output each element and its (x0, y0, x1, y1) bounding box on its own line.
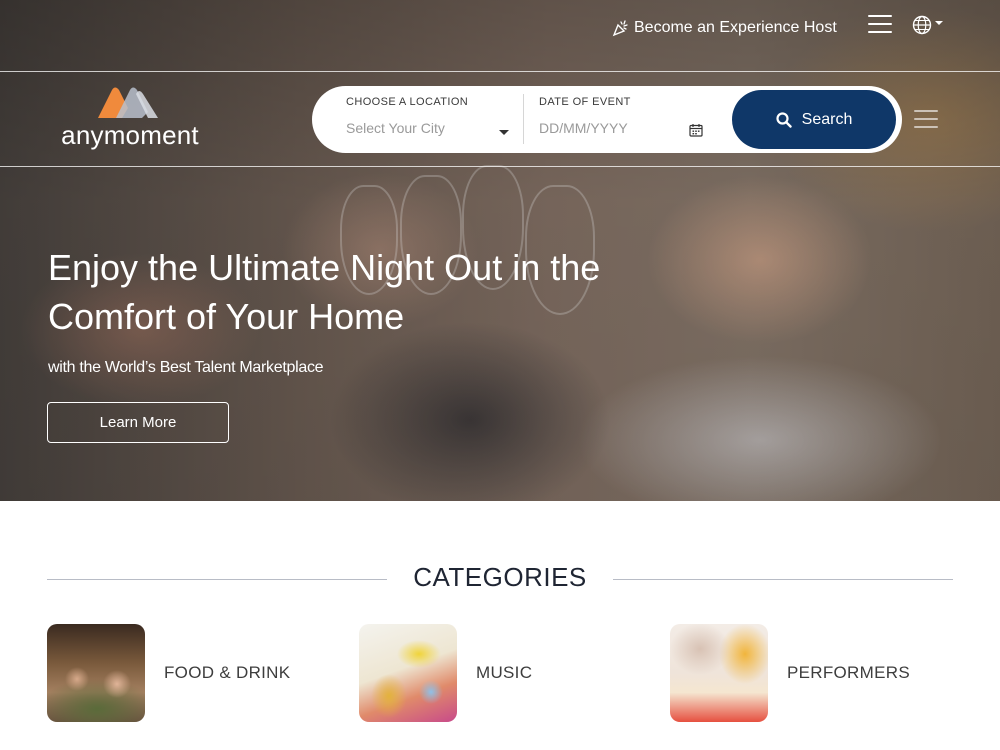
location-label: CHOOSE A LOCATION (346, 96, 469, 108)
logo-mark-icon (98, 87, 158, 118)
category-music[interactable]: MUSIC (359, 624, 532, 722)
location-placeholder: Select Your City (346, 120, 445, 136)
search-button[interactable]: Search (732, 90, 896, 149)
date-placeholder: DD/MM/YYYY (539, 120, 628, 136)
date-label: DATE OF EVENT (539, 96, 631, 108)
location-select[interactable]: CHOOSE A LOCATION Select Your City (346, 96, 516, 136)
category-thumbnail (670, 624, 768, 722)
category-label: MUSIC (476, 663, 533, 682)
party-popper-icon (612, 20, 628, 37)
become-host-link[interactable]: Become an Experience Host (612, 16, 837, 40)
calendar-icon[interactable] (689, 123, 703, 137)
learn-more-button[interactable]: Learn More (47, 402, 229, 443)
category-thumbnail (359, 624, 457, 722)
date-input[interactable]: DATE OF EVENT DD/MM/YYYY (539, 96, 709, 136)
search-button-label: Search (801, 110, 853, 128)
hero-banner: Become an Experience Host anymoment CHOO… (0, 0, 1000, 501)
category-label: FOOD & DRINK (164, 663, 291, 682)
hero-title: Enjoy the Ultimate Night Out in the Comf… (48, 247, 601, 337)
secondary-menu-icon[interactable] (914, 110, 938, 130)
hamburger-menu-icon[interactable] (868, 15, 892, 35)
category-food-drink[interactable]: FOOD & DRINK (47, 624, 290, 722)
globe-icon (912, 15, 932, 35)
field-divider (523, 94, 524, 144)
header-divider-top (0, 71, 1000, 72)
language-selector[interactable] (912, 14, 946, 36)
category-thumbnail (47, 624, 145, 722)
categories-title: CATEGORIES (413, 562, 587, 592)
category-label: PERFORMERS (787, 663, 910, 682)
become-host-label: Become an Experience Host (634, 19, 837, 36)
logo[interactable]: anymoment (50, 84, 210, 154)
search-icon (776, 111, 792, 128)
hero-subtitle: with the World’s Best Talent Marketplace (48, 359, 324, 376)
search-bar: CHOOSE A LOCATION Select Your City DATE … (312, 86, 902, 153)
logo-text: anymoment (61, 120, 199, 150)
chevron-down-icon (935, 21, 943, 25)
header-divider-bottom (0, 166, 1000, 167)
chevron-down-icon[interactable] (499, 130, 509, 135)
category-performers[interactable]: PERFORMERS (670, 624, 910, 722)
categories-header: CATEGORIES (47, 560, 953, 596)
